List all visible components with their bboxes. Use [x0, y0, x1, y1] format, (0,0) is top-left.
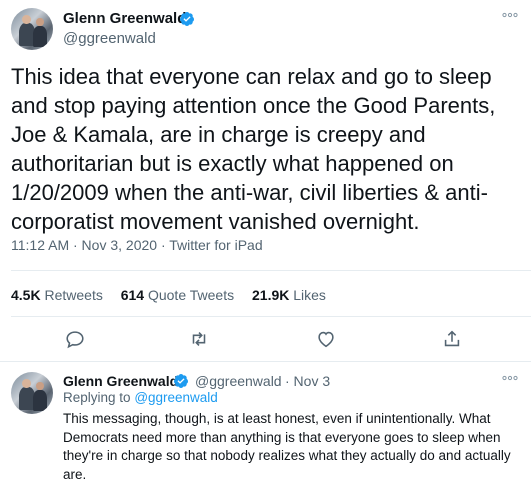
reply-author-name[interactable]: Glenn Greenwald	[63, 373, 178, 389]
replying-to: Replying to @ggreenwald	[63, 390, 218, 405]
verified-badge-icon	[173, 374, 188, 388]
reply-icon[interactable]	[64, 328, 86, 350]
replying-to-label: Replying to	[63, 390, 131, 405]
replying-to-handle-link[interactable]: @ggreenwald	[134, 390, 218, 405]
like-icon[interactable]	[315, 328, 337, 350]
retweet-icon[interactable]	[188, 328, 210, 350]
reply-author-handle[interactable]: @ggreenwald	[195, 373, 282, 389]
tweet-stats: 4.5K Retweets 614 Quote Tweets 21.9K Lik…	[11, 287, 340, 303]
reply-text: This messaging, though, is at least hone…	[63, 411, 511, 482]
more-options-icon[interactable]	[502, 8, 518, 22]
divider	[11, 270, 531, 271]
verified-badge-icon	[179, 12, 194, 26]
divider	[11, 316, 531, 317]
tweet-timestamp[interactable]: 11:12 AM · Nov 3, 2020 · Twitter for iPa…	[11, 237, 263, 253]
retweets-stat[interactable]: 4.5K Retweets	[11, 287, 103, 303]
share-icon[interactable]	[441, 328, 463, 350]
author-avatar[interactable]	[11, 8, 53, 50]
quotes-stat[interactable]: 614 Quote Tweets	[121, 287, 234, 303]
author-name[interactable]: Glenn Greenwald	[63, 10, 186, 27]
author-handle[interactable]: @ggreenwald	[63, 30, 156, 47]
reply-date[interactable]: · Nov 3	[285, 373, 330, 389]
reply-author-avatar[interactable]	[11, 372, 53, 414]
tweet-text: This idea that everyone can relax and go…	[11, 64, 496, 234]
divider	[0, 361, 531, 362]
likes-stat[interactable]: 21.9K Likes	[252, 287, 326, 303]
reply-more-options-icon[interactable]	[502, 371, 518, 385]
